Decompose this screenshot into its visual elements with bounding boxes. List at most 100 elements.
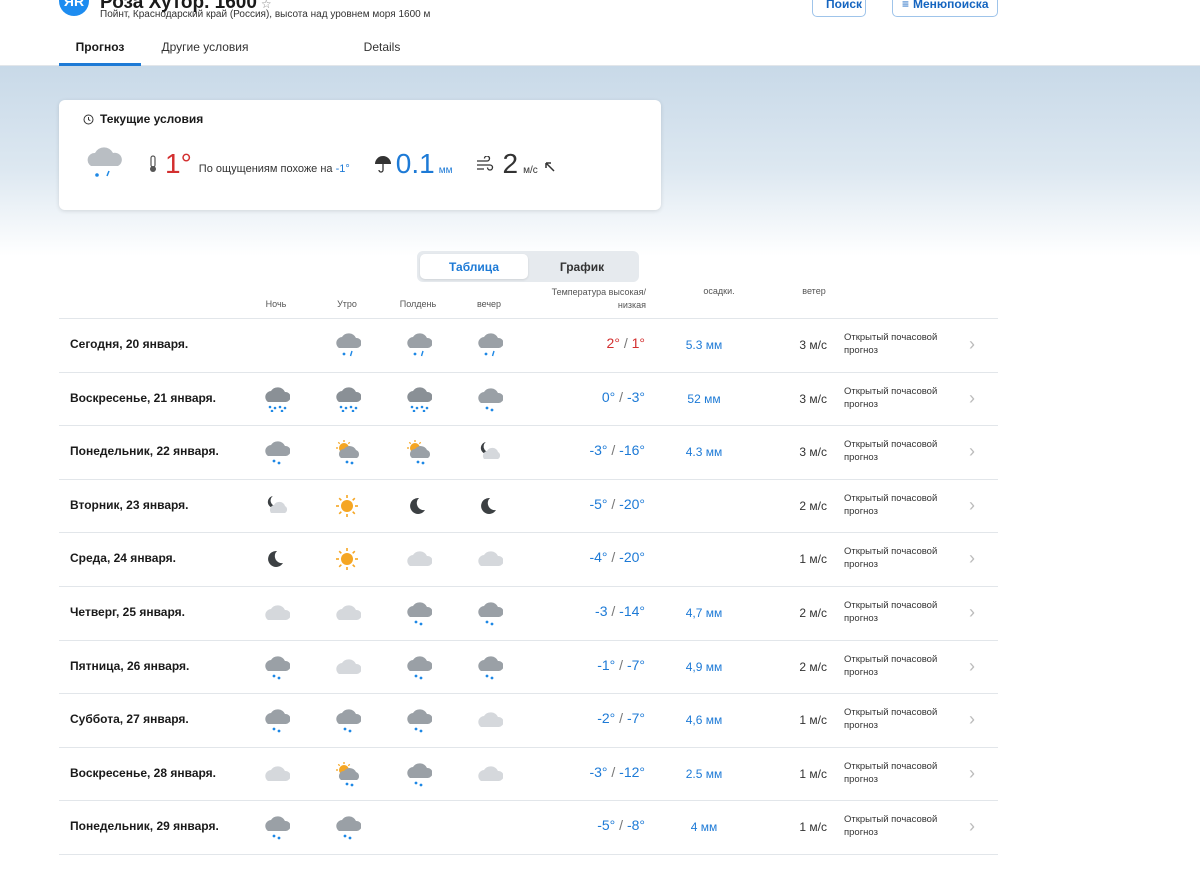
cloud-snow-icon <box>265 709 290 733</box>
chevron-right-icon[interactable]: › <box>969 763 975 784</box>
table-divider <box>59 854 998 855</box>
column-header-morning: Утро <box>337 299 357 309</box>
search-button[interactable]: Поиск <box>812 0 866 17</box>
cloud-snow-icon <box>265 816 290 840</box>
chevron-right-icon[interactable]: › <box>969 656 975 677</box>
cloud-snow-icon <box>407 709 432 733</box>
precipitation-amount: 4,7 мм <box>685 606 723 620</box>
tab-forecast[interactable]: Прогноз <box>59 34 141 66</box>
cloud-snow-rain-icon <box>336 333 361 357</box>
page-footer <box>59 864 998 873</box>
hourly-forecast-link[interactable]: Открытый почасовой прогноз <box>844 385 954 411</box>
day-label: Понедельник, 29 января. <box>70 819 219 834</box>
arrow-northwest-icon <box>544 162 555 172</box>
temperature-range: -3° / -12° <box>589 763 645 780</box>
table-row[interactable]: Четверг, 25 января. -3 / -14° 4,7 мм 2 м/с О… <box>59 586 998 639</box>
day-label: Среда, 24 января. <box>70 551 176 566</box>
current-conditions-heading: Текущие условия <box>83 112 203 126</box>
temperature-range: -5° / -20° <box>589 495 645 512</box>
tab-other-conditions[interactable]: Другие условия <box>141 34 269 66</box>
table-row[interactable]: Суббота, 27 января. -2° / -7° 4,6 мм 1 м/с О… <box>59 693 998 746</box>
hourly-forecast-link[interactable]: Открытый почасовой прогноз <box>844 438 954 464</box>
sun-icon <box>336 548 358 571</box>
table-row[interactable]: Понедельник, 22 января. -3° / -16° 4.3 мм 3… <box>59 425 998 478</box>
view-toggle: Таблица График <box>417 251 639 282</box>
hourly-forecast-link[interactable]: Открытый почасовой прогноз <box>844 813 954 839</box>
chevron-right-icon[interactable]: › <box>969 441 975 462</box>
chevron-right-icon[interactable]: › <box>969 334 975 355</box>
wind-speed: 1 м/с <box>799 552 827 567</box>
cloud-snow-icon <box>478 602 503 626</box>
table-row[interactable]: Воскресенье, 21 января. 0° / -3° 52 мм 3 м/… <box>59 372 998 425</box>
day-label: Вторник, 23 января. <box>70 497 189 512</box>
search-button-label: Поиск <box>826 0 863 11</box>
cloud-light-icon <box>407 551 432 567</box>
hourly-forecast-link[interactable]: Открытый почасовой прогноз <box>844 653 954 679</box>
wind-icon <box>477 156 494 171</box>
column-header-night: Ночь <box>265 299 287 309</box>
table-row[interactable]: Пятница, 26 января. -1° / -7° 4,9 мм 2 м/с О… <box>59 640 998 693</box>
current-heading-text: Текущие условия <box>100 112 204 126</box>
cloud-heavy-snow-icon <box>407 386 432 412</box>
menu-button-label: Менюпоиска <box>913 0 989 11</box>
day-label: Воскресенье, 28 января. <box>70 765 217 780</box>
table-row[interactable]: Понедельник, 29 января. -5° / -8° 4 мм 1 м/… <box>59 800 998 853</box>
temperature-range: 0° / -3° <box>601 388 645 405</box>
current-conditions-row: 1° По ощущениям похоже на -1° 0.1 мм 2 м… <box>83 144 556 184</box>
precipitation-amount: 52 мм <box>687 391 721 406</box>
wind-speed: 2 м/с <box>799 498 827 513</box>
column-header-evening: вечер <box>476 299 502 309</box>
day-label: Воскресенье, 21 января. <box>70 390 217 405</box>
cloud-snow-icon <box>407 602 432 626</box>
wind-speed: 1 м/с <box>799 766 827 781</box>
precipitation-amount: 5.3 мм <box>685 338 723 352</box>
table-row[interactable]: Сегодня, 20 января. 2° / 1° 5.3 мм 3 м/с Отк… <box>59 318 998 371</box>
chevron-right-icon[interactable]: › <box>969 388 975 409</box>
precipitation-amount: 4,9 мм <box>685 659 723 674</box>
cloud-light-icon <box>336 658 361 674</box>
hourly-forecast-link[interactable]: Открытый почасовой прогноз <box>844 545 954 571</box>
moon-cloud-icon <box>480 442 501 460</box>
cloud-snow-rain-icon <box>478 333 503 357</box>
chevron-right-icon[interactable]: › <box>969 709 975 730</box>
table-row[interactable]: Вторник, 23 января. -5° / -20° 2 м/с Открыт… <box>59 479 998 532</box>
current-conditions-card: Текущие условия 1° По ощущениям похоже н… <box>59 100 661 210</box>
site-logo[interactable]: ЯR <box>59 0 89 16</box>
table-row[interactable]: Воскресенье, 28 января. -3° / -12° 2.5 мм 1… <box>59 747 998 800</box>
sun-icon <box>336 494 358 517</box>
umbrella-icon <box>374 156 391 173</box>
cloud-snow-icon <box>478 655 503 679</box>
cloud-snow-icon <box>336 709 361 733</box>
tab-details[interactable]: Details <box>269 34 409 66</box>
precipitation-amount: 2.5 мм <box>685 766 723 781</box>
table-row[interactable]: Среда, 24 января. -4° / -20° 1 м/с Открытый… <box>59 532 998 585</box>
chevron-right-icon[interactable]: › <box>969 495 975 516</box>
moon-cloud-icon <box>267 495 288 513</box>
cloud-light-icon <box>478 766 503 781</box>
cloud-light-icon <box>336 605 361 620</box>
cloud-snow-icon <box>336 816 361 840</box>
cloud-snow-icon <box>478 387 503 411</box>
hourly-forecast-link[interactable]: Открытый почасовой прогноз <box>844 760 954 786</box>
hourly-forecast-link[interactable]: Открытый почасовой прогноз <box>844 706 954 732</box>
cloud-light-icon <box>265 605 290 620</box>
chevron-right-icon[interactable]: › <box>969 602 975 623</box>
chart-view-button[interactable]: График <box>528 254 636 279</box>
temperature-range: -3° / -16° <box>589 442 645 459</box>
wind-speed: 2 м/с <box>799 659 827 674</box>
cloud-snow-icon <box>265 655 290 679</box>
hourly-forecast-link[interactable]: Открытый почасовой прогноз <box>844 599 954 625</box>
day-label: Понедельник, 22 января. <box>70 444 219 459</box>
chevron-right-icon[interactable]: › <box>969 548 975 569</box>
hourly-forecast-link[interactable]: Открытый почасовой прогноз <box>844 331 954 357</box>
hourly-forecast-link[interactable]: Открытый почасовой прогноз <box>844 492 954 518</box>
wind-speed: 3 м/с <box>799 445 827 460</box>
menu-button[interactable]: ≡ Менюпоиска <box>892 0 998 17</box>
cloud-light-icon <box>265 766 290 781</box>
sun-cloud-snow-icon <box>407 440 431 465</box>
clock-icon <box>83 114 94 124</box>
table-view-button[interactable]: Таблица <box>420 254 528 279</box>
chevron-right-icon[interactable]: › <box>969 816 975 837</box>
moon-icon <box>481 497 496 514</box>
day-label: Сегодня, 20 января. <box>70 337 189 351</box>
